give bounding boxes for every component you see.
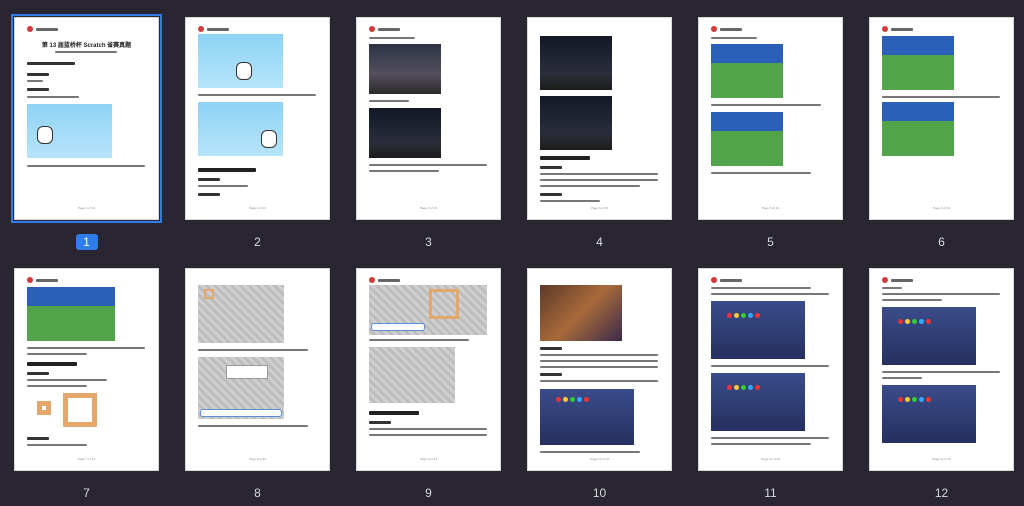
page-5-baseball-image-2 — [711, 112, 783, 166]
page-number-7[interactable]: 7 — [79, 485, 95, 501]
page-number-12[interactable]: 12 — [934, 485, 950, 501]
page-thumbnail-6[interactable]: Page 6 of 13 — [869, 17, 1014, 220]
page-7-frame-large — [63, 393, 97, 427]
page-number-9[interactable]: 9 — [421, 485, 437, 501]
page-2-footer: Page 2 of 13 — [248, 206, 266, 210]
page-thumbnail-7-cell: Page 7 of 13 7 — [14, 268, 159, 501]
page-11-game-image-2 — [711, 373, 805, 431]
page-7-footer: Page 7 of 13 — [77, 457, 95, 461]
page-thumbnail-4[interactable]: Page 4 of 13 — [527, 17, 672, 220]
page-number-4[interactable]: 4 — [592, 234, 608, 250]
page-thumbnail-1-cell: 第 13 届蓝桥杯 Scratch 省赛真题 Page 1 of 13 1 — [11, 14, 162, 250]
page-5-baseball-image-1 — [711, 44, 783, 98]
page-header-logo — [711, 277, 742, 283]
page-9-footer: Page 9 of 13 — [419, 457, 437, 461]
page-thumbnail-8-cell: Page 8 of 13 8 — [185, 268, 330, 501]
page-6-baseball-image-1 — [882, 36, 954, 90]
page-thumbnail-12[interactable]: Page 12 of 13 — [869, 268, 1014, 471]
page-header-logo — [198, 26, 229, 32]
page-thumbnail-3-cell: Page 3 of 13 3 — [356, 17, 501, 250]
page-thumbnail-2-cell: Page 2 of 13 2 — [185, 17, 330, 250]
page-thumbnail-3[interactable]: Page 3 of 13 — [356, 17, 501, 220]
page-header-logo — [711, 26, 742, 32]
page-number-1[interactable]: 1 — [75, 234, 98, 250]
page-header-logo — [27, 26, 58, 32]
page-9-stage-image-2 — [369, 347, 455, 403]
page-thumbnail-5[interactable]: Page 5 of 13 — [698, 17, 843, 220]
page-3-footer: Page 3 of 13 — [419, 206, 437, 210]
page-11-game-image-1 — [711, 301, 805, 359]
page-header-logo — [27, 277, 58, 283]
page-3-night-image-2 — [369, 108, 441, 158]
page-1-title: 第 13 届蓝桥杯 Scratch 省赛真题 — [41, 43, 132, 49]
page-thumbnail-5-cell: Page 5 of 13 5 — [698, 17, 843, 250]
page-10-footer: Page 10 of 13 — [590, 457, 609, 461]
page-thumbnail-1[interactable]: 第 13 届蓝桥杯 Scratch 省赛真题 Page 1 of 13 — [11, 14, 162, 223]
page-thumbnail-12-cell: Page 12 of 13 12 — [869, 268, 1014, 501]
page-10-hero-image — [540, 285, 622, 341]
page-thumbnail-10-cell: Page 10 of 13 10 — [527, 268, 672, 501]
page-header-logo — [369, 26, 400, 32]
page-4-footer: Page 4 of 13 — [590, 206, 608, 210]
page-7-frame-small — [37, 401, 51, 415]
page-thumbnail-4-cell: Page 4 of 13 4 — [527, 17, 672, 250]
page-header-logo — [882, 277, 913, 283]
page-number-6[interactable]: 6 — [934, 234, 950, 250]
page-1-footer: Page 1 of 13 — [77, 206, 95, 210]
page-thumbnail-grid: 第 13 届蓝桥杯 Scratch 省赛真题 Page 1 of 13 1 Pa… — [11, 14, 1014, 501]
page-thumbnail-9-cell: Page 9 of 13 9 — [356, 268, 501, 501]
page-number-3[interactable]: 3 — [421, 234, 437, 250]
page-number-2[interactable]: 2 — [250, 234, 266, 250]
page-8-footer: Page 8 of 13 — [248, 457, 266, 461]
page-4-night-image-1 — [540, 36, 612, 90]
page-4-night-image-2 — [540, 96, 612, 150]
page-12-game-image-1 — [882, 307, 976, 365]
page-3-night-image-1 — [369, 44, 441, 94]
page-7-baseball-image — [27, 287, 115, 341]
page-thumbnail-11-cell: Page 11 of 13 11 — [698, 268, 843, 501]
page-6-baseball-image-2 — [882, 102, 954, 156]
page-header-logo — [882, 26, 913, 32]
page-5-footer: Page 5 of 13 — [761, 206, 779, 210]
page-number-11[interactable]: 11 — [763, 485, 779, 501]
page-thumbnail-11[interactable]: Page 11 of 13 — [698, 268, 843, 471]
page-header-logo — [369, 277, 400, 283]
page-thumbnail-8[interactable]: Page 8 of 13 — [185, 268, 330, 471]
page-thumbnail-2[interactable]: Page 2 of 13 — [185, 17, 330, 220]
page-6-footer: Page 6 of 13 — [932, 206, 950, 210]
page-thumbnail-7[interactable]: Page 7 of 13 — [14, 268, 159, 471]
page-thumbnail-9[interactable]: Page 9 of 13 — [356, 268, 501, 471]
page-12-game-image-2 — [882, 385, 976, 443]
page-thumbnail-6-cell: Page 6 of 13 6 — [869, 17, 1014, 250]
page-number-10[interactable]: 10 — [592, 485, 608, 501]
page-thumbnail-10[interactable]: Page 10 of 13 — [527, 268, 672, 471]
page-number-8[interactable]: 8 — [250, 485, 266, 501]
page-11-footer: Page 11 of 13 — [761, 457, 780, 461]
page-12-footer: Page 12 of 13 — [932, 457, 951, 461]
page-number-5[interactable]: 5 — [763, 234, 779, 250]
